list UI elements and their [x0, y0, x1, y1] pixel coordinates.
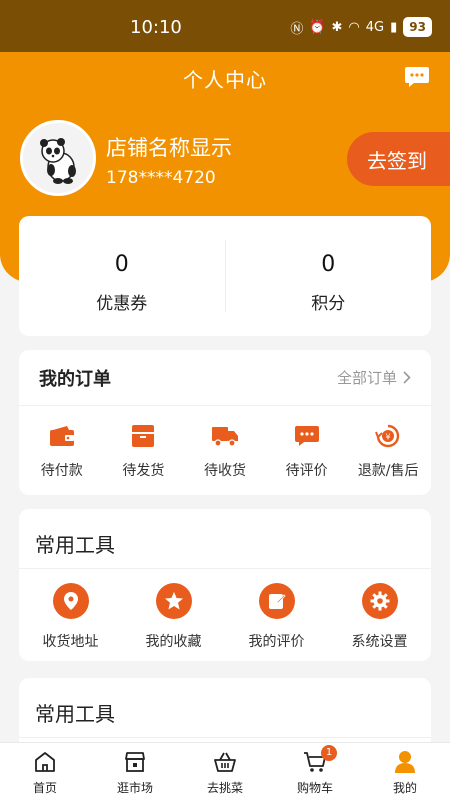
order-status-row: 待付款 待发货 待收货 待评价 ¥ 退款/售后	[19, 406, 431, 480]
basket-icon	[214, 752, 236, 772]
order-pending-receipt-label: 待收货	[203, 463, 246, 479]
nav-home-label: 首页	[32, 781, 57, 795]
status-time: 10:10	[130, 17, 182, 38]
all-orders-link[interactable]: 全部订单	[337, 367, 411, 388]
tool-settings[interactable]: 系统设置	[330, 583, 430, 651]
nav-cart-label: 购物车	[296, 781, 333, 795]
location-icon	[63, 592, 78, 610]
coupon-stat[interactable]: 0 优惠券	[19, 216, 225, 336]
truck-icon	[211, 427, 238, 447]
nav-pick-label: 去挑菜	[206, 781, 243, 795]
battery-indicator: 93	[403, 17, 432, 37]
box-icon	[132, 425, 155, 447]
chevron-right-icon	[403, 371, 411, 384]
user-icon	[395, 751, 415, 773]
comment-icon	[294, 426, 319, 446]
order-pending-shipment-label: 待发货	[122, 463, 165, 479]
orders-title: 我的订单	[39, 368, 111, 390]
status-bar: 10:10 Ⓝ ⏰ ✱ ◠ 4G ▮ 93	[0, 0, 450, 52]
tool-favorites[interactable]: 我的收藏	[124, 583, 224, 651]
page-title: 个人中心	[183, 68, 267, 92]
points-label: 积分	[311, 294, 346, 314]
nav-home[interactable]: 首页	[0, 743, 90, 800]
stats-card: 0 优惠券 0 积分	[19, 216, 431, 336]
star-icon	[164, 592, 183, 610]
tools-title: 常用工具	[19, 509, 431, 569]
orders-card: 我的订单 全部订单 待付款 待发货 待收货 待评价 ¥ 退款/售后	[19, 350, 431, 495]
order-pending-shipment[interactable]: 待发货	[103, 422, 183, 480]
bluetooth-icon: ✱	[331, 19, 343, 35]
nav-market[interactable]: 逛市场	[90, 743, 180, 800]
shop-name: 店铺名称显示	[106, 136, 232, 160]
nfc-icon: Ⓝ	[290, 21, 304, 37]
avatar[interactable]	[20, 120, 96, 196]
all-orders-label: 全部订单	[336, 369, 397, 387]
order-pending-payment[interactable]: 待付款	[22, 422, 102, 480]
cart-badge: 1	[321, 745, 337, 761]
nav-cart[interactable]: 1 购物车	[270, 743, 360, 800]
svg-text:¥: ¥	[386, 433, 391, 442]
tools-card: 常用工具 收货地址 我的收藏 我的评价 系统设置	[19, 509, 431, 661]
order-pending-review[interactable]: 待评价	[267, 422, 347, 480]
nav-mine-label: 我的	[392, 781, 417, 795]
tool-settings-label: 系统设置	[351, 634, 408, 650]
chat-bubble-icon	[405, 67, 429, 87]
order-pending-receipt[interactable]: 待收货	[185, 422, 265, 480]
tool-favorites-label: 我的收藏	[145, 634, 202, 650]
store-icon	[125, 752, 145, 772]
tools-title-secondary: 常用工具	[19, 678, 431, 738]
wifi-icon: ◠	[348, 19, 360, 35]
tool-address-label: 收货地址	[42, 634, 99, 650]
nav-mine[interactable]: 我的	[360, 743, 450, 800]
status-icons: Ⓝ ⏰ ✱ ◠ 4G ▮ 93	[290, 17, 432, 37]
order-pending-review-label: 待评价	[285, 463, 328, 479]
coupon-count: 0	[114, 252, 129, 277]
home-icon	[35, 752, 55, 772]
signal-icon: ▮	[390, 19, 398, 35]
wallet-icon	[49, 426, 74, 446]
phone-number: 178****4720	[106, 168, 216, 188]
tools-row: 收货地址 我的收藏 我的评价 系统设置	[19, 569, 431, 651]
tool-reviews[interactable]: 我的评价	[227, 583, 327, 651]
order-refund[interactable]: ¥ 退款/售后	[348, 422, 428, 480]
coupon-label: 优惠券	[96, 294, 148, 314]
signin-button[interactable]: 去签到	[347, 132, 450, 186]
nav-market-label: 逛市场	[116, 781, 153, 795]
panda-avatar-icon	[23, 123, 93, 193]
nav-pick[interactable]: 去挑菜	[180, 743, 270, 800]
edit-icon	[268, 594, 286, 609]
bottom-nav: 首页 逛市场 去挑菜 1 购物车 我的	[0, 742, 450, 800]
points-stat[interactable]: 0 积分	[226, 216, 432, 336]
orders-header: 我的订单 全部订单	[19, 350, 431, 406]
network-label: 4G	[365, 19, 385, 35]
alarm-icon: ⏰	[309, 19, 326, 35]
order-refund-label: 退款/售后	[357, 463, 419, 479]
points-count: 0	[321, 252, 336, 277]
gear-icon	[370, 591, 389, 611]
order-pending-payment-label: 待付款	[40, 463, 83, 479]
message-button[interactable]	[404, 66, 430, 88]
tool-reviews-label: 我的评价	[248, 634, 305, 650]
refund-icon: ¥	[375, 424, 400, 448]
tool-address[interactable]: 收货地址	[21, 583, 121, 651]
